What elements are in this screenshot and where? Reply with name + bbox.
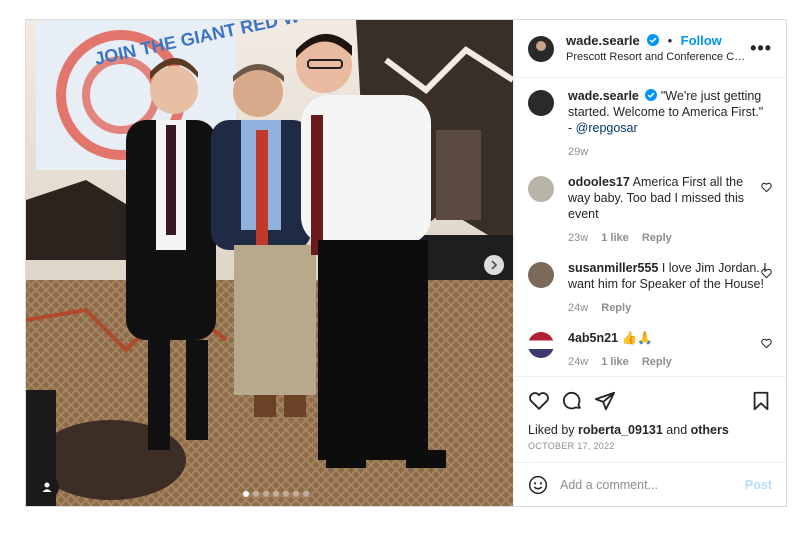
- caption-username[interactable]: wade.searle: [568, 89, 639, 103]
- likes-others[interactable]: others: [691, 423, 729, 437]
- post-header: wade.searle • Follow Prescott Resort and…: [514, 20, 786, 78]
- comment-meta: 24w 1 like Reply: [568, 354, 768, 370]
- commenter-avatar[interactable]: [528, 332, 554, 358]
- post-date[interactable]: OCTOBER 17, 2022: [528, 441, 772, 451]
- user-tag-icon: [42, 482, 52, 492]
- post-comment-button[interactable]: Post: [745, 478, 772, 492]
- caption-age[interactable]: 29w: [568, 146, 588, 158]
- likes-prefix: Liked by: [528, 423, 579, 437]
- caption-meta: 29w: [568, 144, 768, 160]
- next-photo-button[interactable]: [484, 255, 504, 275]
- comment-input[interactable]: [560, 477, 745, 492]
- follow-button[interactable]: Follow: [681, 33, 722, 48]
- next-arrow-icon: [491, 260, 498, 270]
- add-comment-bar: Post: [514, 462, 786, 506]
- comments-list: wade.searle "We're just getting started.…: [514, 78, 786, 376]
- comment-text: 👍🙏: [621, 331, 653, 345]
- post-location[interactable]: Prescott Resort and Conference Cen...: [566, 49, 746, 65]
- carousel-dot: [253, 491, 259, 497]
- liked-by-user[interactable]: roberta_09131: [578, 423, 663, 437]
- comment-likes[interactable]: 1 like: [601, 232, 629, 244]
- like-comment-icon[interactable]: [761, 182, 772, 193]
- caption: wade.searle "We're just getting started.…: [528, 88, 772, 160]
- author-meta: wade.searle • Follow Prescott Resort and…: [566, 33, 746, 65]
- comment-item: odooles17 America First all the way baby…: [528, 174, 772, 246]
- post-actions: Liked by roberta_09131 and others OCTOBE…: [514, 376, 786, 462]
- caption-mention[interactable]: @repgosar: [576, 121, 638, 135]
- carousel-dot: [263, 491, 269, 497]
- post-photo: JOIN THE GIANT RED W: [26, 20, 513, 506]
- verified-badge-icon: [647, 33, 660, 46]
- comment-icon[interactable]: [561, 390, 583, 412]
- carousel-dot: [293, 491, 299, 497]
- reply-button[interactable]: Reply: [601, 302, 631, 314]
- comment-age[interactable]: 24w: [568, 356, 588, 368]
- share-icon[interactable]: [594, 390, 616, 412]
- like-comment-icon[interactable]: [761, 338, 772, 349]
- comment-body: odooles17 America First all the way baby…: [568, 174, 768, 246]
- carousel-dot: [283, 491, 289, 497]
- like-comment-icon[interactable]: [761, 268, 772, 279]
- comment-username[interactable]: susanmiller555: [568, 261, 658, 275]
- post-side-panel: wade.searle • Follow Prescott Resort and…: [513, 20, 786, 506]
- commenter-avatar[interactable]: [528, 262, 554, 288]
- comment-age[interactable]: 24w: [568, 302, 588, 314]
- instagram-post: JOIN THE GIANT RED W wade.searle • Follo…: [25, 19, 787, 507]
- user-tag-button[interactable]: [35, 475, 59, 499]
- bookmark-icon[interactable]: [750, 390, 772, 412]
- separator-dot: •: [667, 32, 673, 48]
- author-username[interactable]: wade.searle: [566, 33, 640, 48]
- comment-meta: 23w 1 like Reply: [568, 230, 768, 246]
- comment-meta: 24w Reply: [568, 300, 768, 316]
- comment-age[interactable]: 23w: [568, 232, 588, 244]
- comment-body: susanmiller555 I love Jim Jordan. I want…: [568, 260, 768, 316]
- action-icons: [528, 389, 772, 413]
- post-image-carousel[interactable]: JOIN THE GIANT RED W: [26, 20, 513, 506]
- author-avatar[interactable]: [528, 35, 554, 62]
- heart-icon[interactable]: [528, 390, 550, 412]
- more-options-icon[interactable]: •••: [750, 38, 772, 59]
- caption-body: wade.searle "We're just getting started.…: [568, 88, 768, 160]
- reply-button[interactable]: Reply: [642, 356, 672, 368]
- verified-badge-icon: [645, 89, 658, 101]
- carousel-indicator: [243, 491, 309, 497]
- carousel-dot: [273, 491, 279, 497]
- carousel-dot-active: [243, 491, 249, 497]
- carousel-dot: [303, 491, 309, 497]
- commenter-avatar[interactable]: [528, 176, 554, 202]
- caption-avatar[interactable]: [528, 90, 554, 116]
- emoji-icon[interactable]: [528, 475, 548, 495]
- reply-button[interactable]: Reply: [642, 232, 672, 244]
- comment-username[interactable]: 4ab5n21: [568, 331, 618, 345]
- comment-likes[interactable]: 1 like: [601, 356, 629, 368]
- comment-item: 4ab5n21 👍🙏 24w 1 like Reply: [528, 330, 772, 370]
- comment-item: susanmiller555 I love Jim Jordan. I want…: [528, 260, 772, 316]
- comment-body: 4ab5n21 👍🙏 24w 1 like Reply: [568, 330, 768, 370]
- likes-summary: Liked by roberta_09131 and others: [528, 423, 772, 437]
- comment-username[interactable]: odooles17: [568, 175, 630, 189]
- likes-middle: and: [662, 423, 691, 437]
